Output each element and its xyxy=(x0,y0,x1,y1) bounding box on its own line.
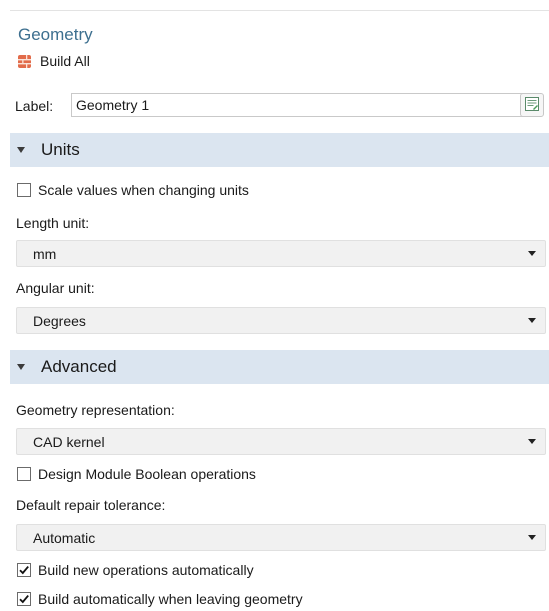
geometry-representation-select[interactable]: CAD kernel xyxy=(16,428,546,455)
angular-unit-select[interactable]: Degrees xyxy=(16,307,546,334)
triangle-down-icon xyxy=(17,364,25,370)
chevron-down-icon xyxy=(528,535,536,540)
build-leaving-checkbox-row[interactable]: Build automatically when leaving geometr… xyxy=(17,591,303,607)
angular-unit-label: Angular unit: xyxy=(16,280,95,296)
label-edit-icon xyxy=(524,96,540,115)
angular-unit-value: Degrees xyxy=(33,312,86,329)
design-module-checkbox[interactable] xyxy=(17,467,31,481)
build-leaving-checkbox[interactable] xyxy=(17,592,31,606)
repair-tolerance-select[interactable]: Automatic xyxy=(16,524,546,551)
scale-values-checkbox-row[interactable]: Scale values when changing units xyxy=(17,182,249,198)
section-title-units: Units xyxy=(41,140,80,159)
chevron-down-icon xyxy=(528,318,536,323)
build-new-ops-checkbox-row[interactable]: Build new operations automatically xyxy=(17,562,254,578)
checkmark-icon xyxy=(19,566,29,575)
length-unit-label: Length unit: xyxy=(16,215,90,231)
geometry-representation-label: Geometry representation: xyxy=(16,402,175,418)
length-unit-value: mm xyxy=(33,245,57,262)
section-header-units[interactable]: Units xyxy=(10,133,549,167)
scale-values-label: Scale values when changing units xyxy=(38,182,249,198)
repair-tolerance-label: Default repair tolerance: xyxy=(16,497,166,513)
design-module-checkbox-row[interactable]: Design Module Boolean operations xyxy=(17,466,256,482)
scale-values-checkbox[interactable] xyxy=(17,183,31,197)
top-divider xyxy=(10,10,549,11)
build-all-button[interactable]: Build All xyxy=(18,53,90,69)
chevron-down-icon xyxy=(528,251,536,256)
label-field-label: Label: xyxy=(15,98,54,114)
geometry-representation-value: CAD kernel xyxy=(33,433,105,450)
length-unit-select[interactable]: mm xyxy=(16,240,546,267)
section-header-advanced[interactable]: Advanced xyxy=(10,350,549,384)
build-leaving-label: Build automatically when leaving geometr… xyxy=(38,591,303,607)
section-title-advanced: Advanced xyxy=(41,357,117,376)
design-module-label: Design Module Boolean operations xyxy=(38,466,256,482)
label-edit-button[interactable] xyxy=(520,93,544,117)
label-row: Label: Geometry 1 xyxy=(15,93,549,119)
repair-tolerance-value: Automatic xyxy=(33,529,96,546)
chevron-down-icon xyxy=(528,439,536,444)
page-title: Geometry xyxy=(18,25,93,44)
build-all-label: Build All xyxy=(40,53,90,69)
checkmark-icon xyxy=(19,595,29,604)
build-new-ops-checkbox[interactable] xyxy=(17,563,31,577)
label-input[interactable]: Geometry 1 xyxy=(71,93,525,117)
build-all-icon xyxy=(18,54,31,68)
build-new-ops-label: Build new operations automatically xyxy=(38,562,254,578)
triangle-down-icon xyxy=(17,147,25,153)
